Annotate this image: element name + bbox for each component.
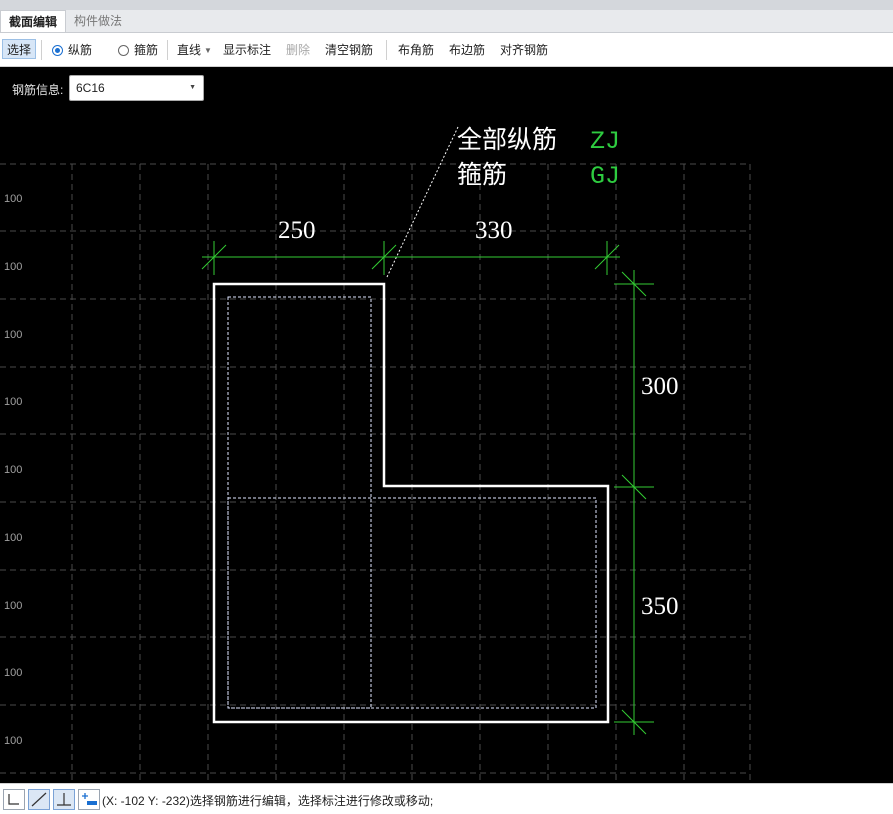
tab-bar: 截面编辑 构件做法	[0, 10, 893, 33]
dim-text-top-left[interactable]: 250	[278, 217, 316, 244]
legend-code-longitudinal: ZJ	[590, 127, 620, 156]
grid-label: 100	[4, 464, 22, 476]
select-label: 选择	[7, 43, 32, 57]
perpendicular-mode-button[interactable]	[53, 789, 75, 810]
show-dims-button[interactable]: 显示标注	[223, 40, 271, 60]
select-button[interactable]: 选择	[2, 39, 37, 59]
section-drawing: 100 100 100 100 100 100 100 100 100 250 …	[0, 125, 751, 783]
legend-code-stirrup: GJ	[590, 162, 620, 191]
legend-label-longitudinal: 全部纵筋	[457, 125, 557, 154]
diagonal-line-icon	[31, 792, 47, 807]
snap-mode-button[interactable]	[78, 789, 100, 810]
grid-label: 100	[4, 532, 22, 544]
grid-label: 100	[4, 735, 22, 747]
grid-label: 100	[4, 261, 22, 273]
status-text: (X: -102 Y: -232)选择钢筋进行编辑，选择标注进行修改或移动;	[102, 794, 434, 808]
grid-labels: 100 100 100 100 100 100 100 100 100	[4, 193, 22, 747]
status-bar: (X: -102 Y: -232)选择钢筋进行编辑，选择标注进行修改或移动;	[0, 783, 893, 814]
grid-label: 100	[4, 329, 22, 341]
toolbar-separator	[386, 40, 387, 60]
grid-label: 100	[4, 193, 22, 205]
dim-text-right-lower[interactable]: 350	[641, 593, 679, 620]
top-dimension[interactable]	[201, 241, 620, 275]
line-dropdown[interactable]: 直线 ▼	[177, 40, 212, 60]
ortho-icon	[8, 794, 19, 805]
perpendicular-icon	[57, 793, 71, 806]
toolbar-separator	[167, 40, 168, 60]
leader-line	[386, 126, 459, 278]
window-top-strip	[0, 0, 893, 10]
dim-text-top-right[interactable]: 330	[475, 217, 513, 244]
align-rebar-button[interactable]: 对齐钢筋	[500, 40, 548, 60]
toolbar: 选择 纵筋 箍筋 直线 ▼ 显示标注 删除 清空钢筋 布角筋 布边筋 对齐钢筋	[0, 33, 893, 67]
radio-unchecked-icon	[118, 45, 129, 56]
stirrup-radio[interactable]: 箍筋	[118, 40, 158, 60]
line-mode-button[interactable]	[28, 789, 50, 810]
drawing-canvas[interactable]: 钢筋信息: 6C16 ▼ 100 100 100 100 100 100 100…	[0, 67, 893, 783]
delete-button[interactable]: 删除	[286, 40, 310, 60]
corner-rebar-button[interactable]: 布角筋	[398, 40, 434, 60]
dim-text-right-upper[interactable]: 300	[641, 373, 679, 400]
stirrup-label: 箍筋	[134, 43, 159, 57]
longitudinal-label: 纵筋	[68, 43, 93, 57]
line-label: 直线	[177, 43, 202, 57]
legend-label-stirrup: 箍筋	[457, 160, 507, 189]
edge-rebar-button[interactable]: 布边筋	[449, 40, 485, 60]
clear-rebar-button[interactable]: 清空钢筋	[325, 40, 373, 60]
snap-icon	[82, 793, 97, 805]
toolbar-separator	[41, 40, 42, 60]
grid-label: 100	[4, 396, 22, 408]
tab-component-method[interactable]: 构件做法	[66, 10, 132, 32]
radio-checked-icon	[52, 45, 63, 56]
grid-label: 100	[4, 667, 22, 679]
chevron-down-icon: ▼	[204, 46, 212, 55]
section-outline[interactable]	[212, 282, 610, 724]
tab-section-edit[interactable]: 截面编辑	[0, 10, 66, 32]
grid-label: 100	[4, 600, 22, 612]
longitudinal-radio[interactable]: 纵筋	[52, 40, 92, 60]
ortho-mode-button[interactable]	[3, 789, 25, 810]
